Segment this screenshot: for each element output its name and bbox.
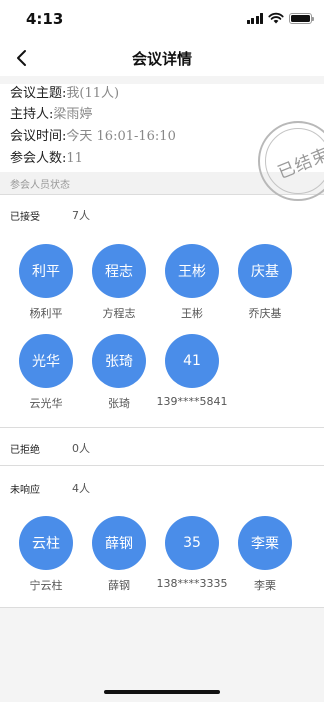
status-bar: 4:13	[0, 0, 324, 40]
member-name: 乔庆基	[248, 307, 282, 320]
meeting-count-row: 参会人数:11	[10, 149, 83, 169]
avatar[interactable]: 薛钢	[92, 516, 146, 570]
avatar[interactable]: 李栗	[238, 516, 292, 570]
accepted-group: 已接受 7人 利平 杨利平 程志 方程志 王彬 王彬 庆基 乔庆基 光华 云光华…	[0, 194, 324, 428]
meeting-host-row: 主持人:梁雨婷	[10, 105, 92, 125]
no-response-count: 4人	[72, 482, 90, 495]
avatar[interactable]: 庆基	[238, 244, 292, 298]
member-name: 云光华	[29, 397, 63, 410]
meeting-topic-value: 我(11人)	[66, 86, 120, 101]
accepted-header: 已接受 7人	[0, 200, 324, 228]
meeting-host-value: 梁雨婷	[53, 107, 93, 122]
accepted-label: 已接受	[10, 212, 40, 223]
meeting-count-label: 参会人数:	[10, 151, 67, 166]
home-indicator	[104, 690, 220, 694]
avatar[interactable]: 张琦	[92, 334, 146, 388]
rejected-label: 已拒绝	[10, 445, 40, 456]
cellular-signal-icon	[246, 12, 263, 24]
avatar[interactable]: 利平	[19, 244, 73, 298]
meeting-time-row: 会议时间:今天 16:01-16:10	[10, 127, 176, 147]
status-icons	[246, 12, 314, 24]
meeting-time-label: 会议时间:	[10, 129, 67, 144]
status-time: 4:13	[26, 10, 64, 28]
accepted-count: 7人	[72, 209, 90, 222]
member-name: 139****5841	[156, 395, 228, 408]
rejected-header: 已拒绝 0人	[0, 433, 324, 461]
attendee-status-title: 参会人员状态	[10, 180, 70, 191]
avatar[interactable]: 35	[165, 516, 219, 570]
rejected-count: 0人	[72, 442, 90, 455]
member-name: 方程志	[102, 307, 136, 320]
meeting-topic-row: 会议主题:我(11人)	[10, 84, 119, 104]
meeting-topic-label: 会议主题:	[10, 86, 67, 101]
wifi-icon	[268, 12, 284, 24]
member-name: 杨利平	[29, 307, 63, 320]
battery-icon	[289, 12, 314, 24]
no-response-header: 未响应 4人	[0, 473, 324, 501]
no-response-group: 未响应 4人 云柱 宁云柱 薛钢 薛钢 35 138****3335 李栗 李栗	[0, 466, 324, 608]
meeting-time-value: 今天 16:01-16:10	[66, 129, 176, 144]
member-name: 138****3335	[156, 577, 228, 590]
navigation-bar: 会议详情	[0, 40, 324, 76]
member-name: 薛钢	[108, 579, 130, 592]
avatar[interactable]: 41	[165, 334, 219, 388]
member-name: 宁云柱	[29, 579, 63, 592]
member-name: 王彬	[181, 307, 203, 320]
no-response-label: 未响应	[10, 485, 40, 496]
avatar[interactable]: 王彬	[165, 244, 219, 298]
member-name: 张琦	[108, 397, 130, 410]
member-name: 李栗	[254, 579, 276, 592]
avatar[interactable]: 云柱	[19, 516, 73, 570]
avatar[interactable]: 程志	[92, 244, 146, 298]
rejected-group: 已拒绝 0人	[0, 428, 324, 466]
meeting-host-label: 主持人:	[10, 107, 54, 122]
avatar[interactable]: 光华	[19, 334, 73, 388]
divider	[0, 607, 324, 608]
page-title: 会议详情	[131, 50, 192, 68]
meeting-count-value: 11	[66, 151, 83, 166]
